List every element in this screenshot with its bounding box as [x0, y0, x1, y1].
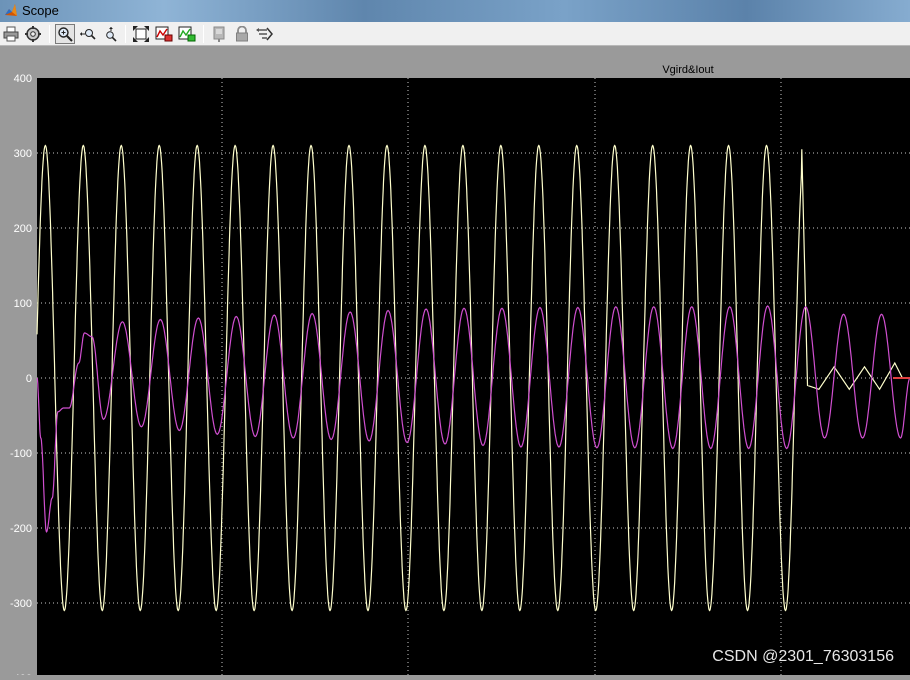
autoscale-button[interactable]	[131, 24, 151, 44]
print-icon	[3, 26, 19, 42]
signal-selection-icon	[256, 27, 273, 41]
toolbar-separator	[49, 25, 50, 43]
y-tick-label: 100	[14, 298, 32, 310]
save-axes-button[interactable]	[154, 24, 174, 44]
floating-scope-button[interactable]	[209, 24, 229, 44]
zoom-x-button[interactable]	[78, 24, 98, 44]
lock-button[interactable]	[232, 24, 252, 44]
plot-area: 4003002001000-100-200-300-400 Vgird&Iout…	[0, 47, 910, 680]
toolbar-separator	[203, 25, 204, 43]
watermark-text: CSDN @2301_76303156	[712, 648, 894, 665]
y-tick-label: 0	[26, 373, 32, 385]
signal-selection-button[interactable]	[255, 24, 275, 44]
zoom-y-button[interactable]	[101, 24, 121, 44]
zoom-icon	[58, 27, 73, 42]
window-title: Scope	[22, 3, 59, 18]
title-bar[interactable]: Scope	[0, 0, 910, 22]
parameters-icon	[25, 26, 41, 42]
zoom-button[interactable]	[55, 24, 75, 44]
restore-axes-button[interactable]	[177, 24, 197, 44]
y-tick-label: -200	[10, 523, 32, 535]
toolbar	[0, 22, 910, 46]
zoom-y-icon	[106, 27, 117, 42]
save-axes-icon	[155, 26, 173, 42]
y-tick-label: -100	[10, 448, 32, 460]
scope-window: Scope 400 300 200 100 0 -100 -200 -300 V…	[0, 0, 910, 680]
toolbar-separator	[125, 25, 126, 43]
restore-axes-icon	[178, 26, 196, 42]
parameters-button[interactable]	[23, 24, 43, 44]
zoom-x-icon	[80, 29, 96, 40]
y-tick-label: -300	[10, 598, 32, 610]
floating-scope-icon	[213, 26, 225, 42]
y-tick-label: 300	[14, 148, 32, 160]
print-button[interactable]	[1, 24, 21, 44]
plot-title: Vgird&Iout	[662, 64, 713, 76]
lock-icon	[236, 26, 248, 42]
scope-plot[interactable]: 4003002001000-100-200-300-400 Vgird&Iout…	[0, 47, 910, 680]
autoscale-icon	[133, 26, 149, 42]
y-axis-ticks: 4003002001000-100-200-300-400	[10, 73, 32, 680]
y-tick-label: 200	[14, 223, 32, 235]
matlab-logo-icon	[4, 3, 18, 18]
y-tick-label: 400	[14, 73, 32, 85]
